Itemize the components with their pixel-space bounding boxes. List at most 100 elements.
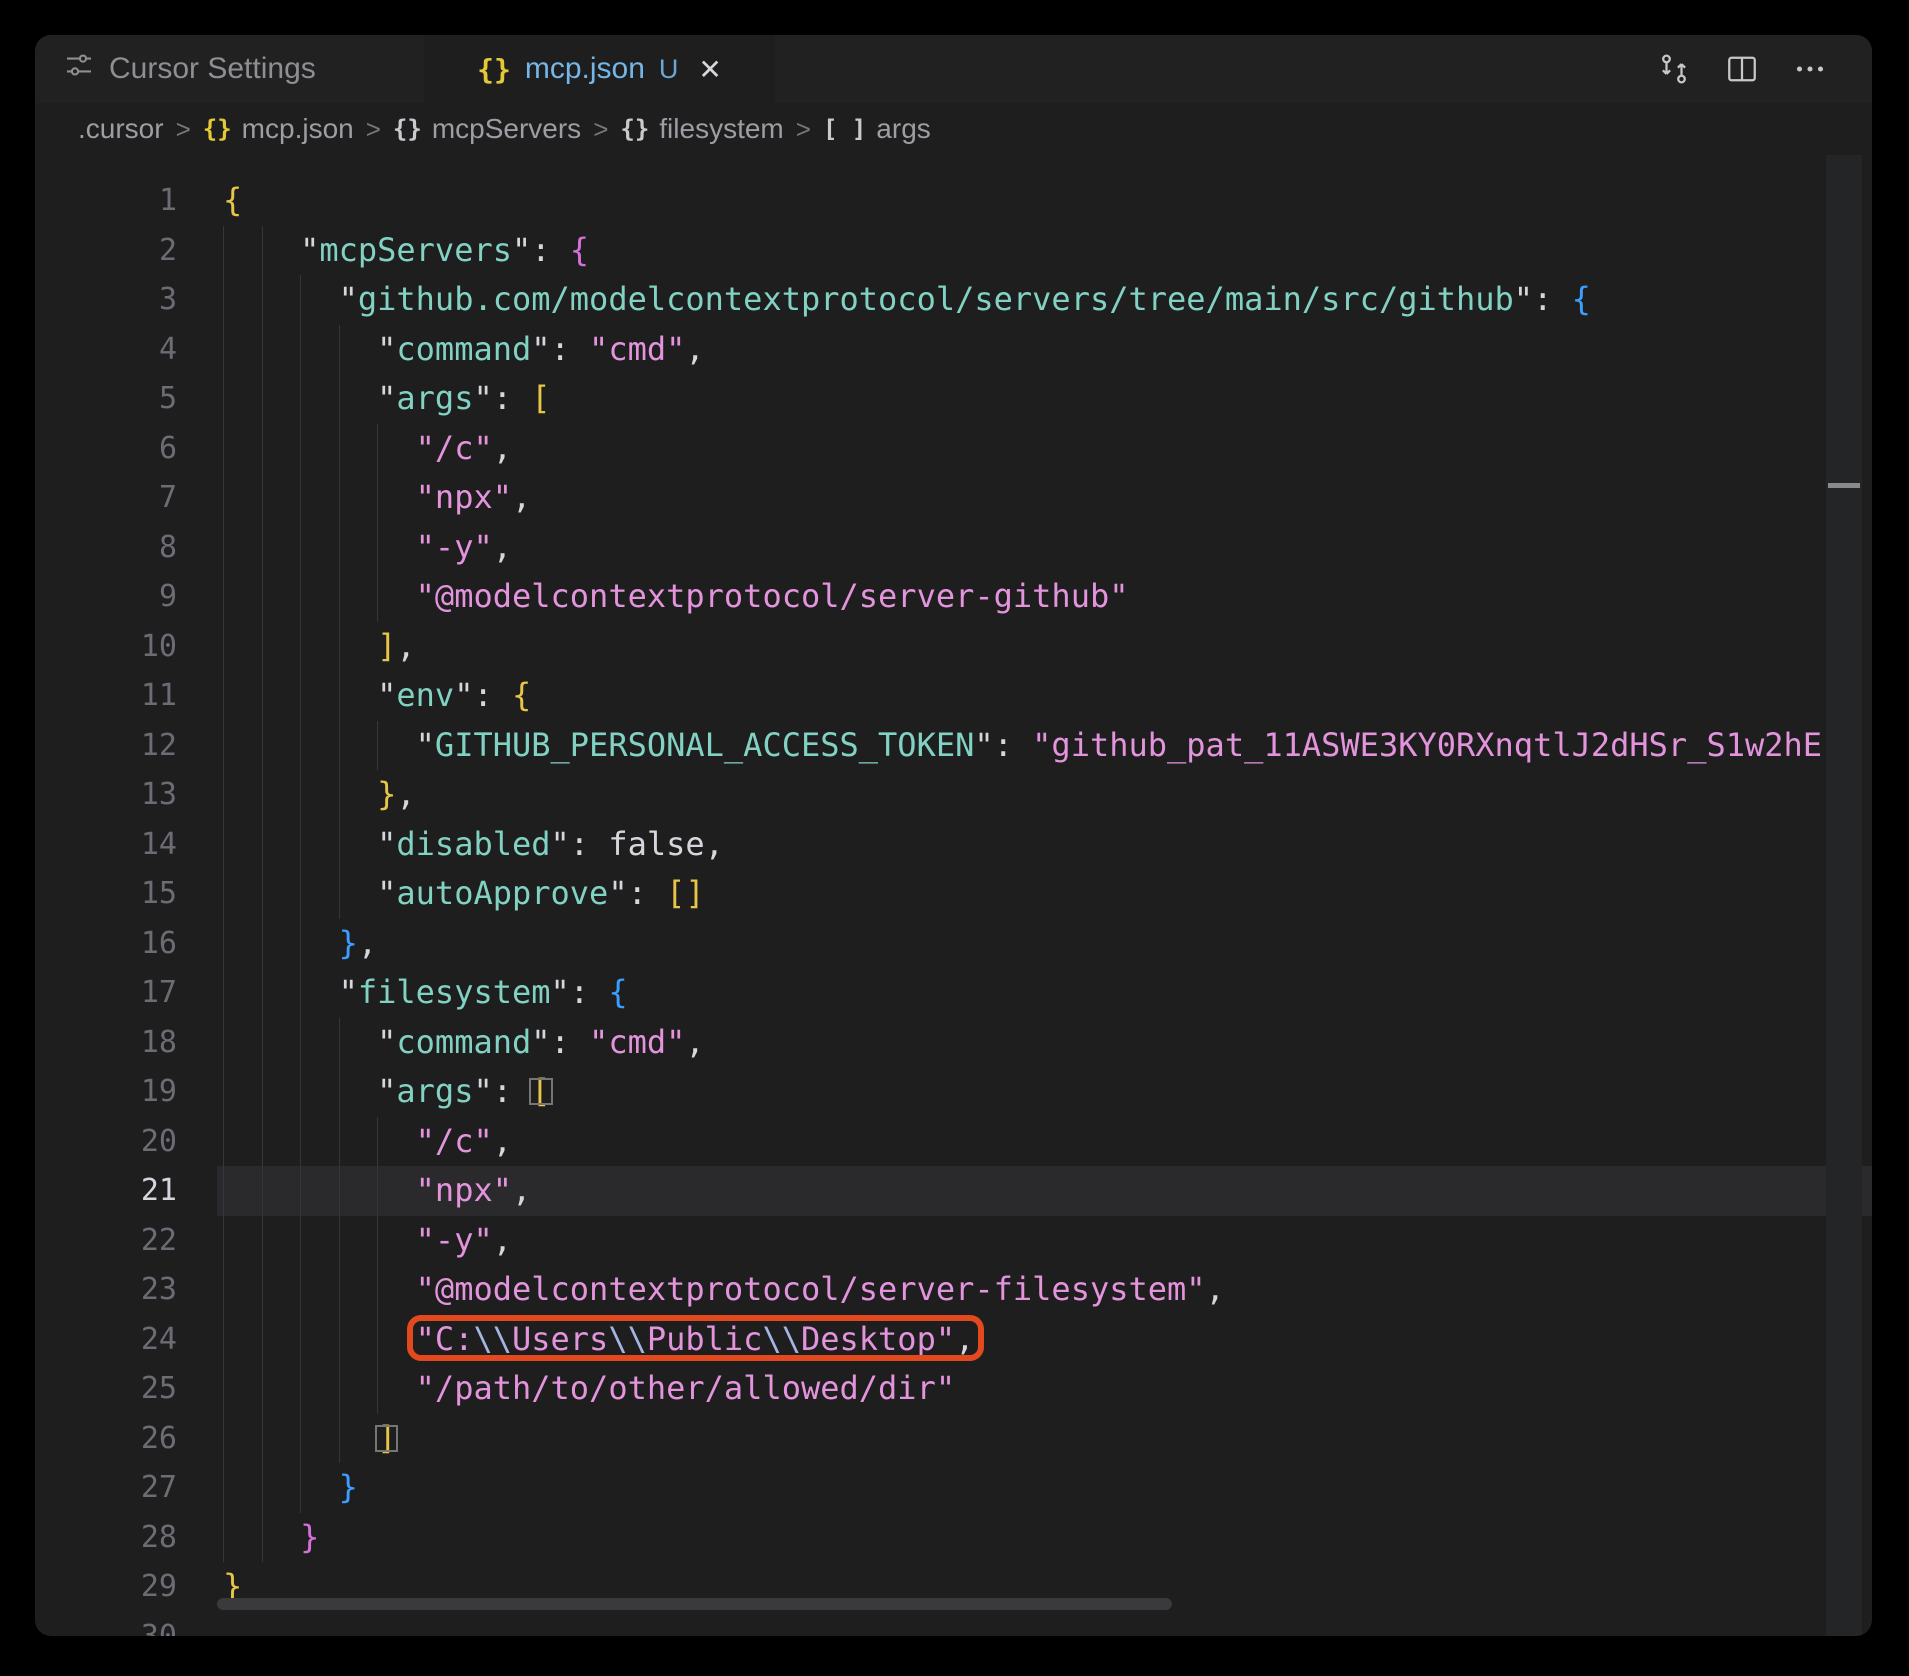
code-line[interactable]: 18 "command": "cmd",: [35, 1017, 1872, 1068]
code-content[interactable]: "npx",: [217, 473, 1872, 523]
line-number[interactable]: 20: [35, 1117, 217, 1167]
code-content[interactable]: "disabled": false,: [217, 819, 1872, 869]
line-number[interactable]: 4: [35, 325, 217, 375]
code-content[interactable]: "env": {: [217, 671, 1872, 721]
code-content[interactable]: {: [217, 176, 1872, 226]
code-line[interactable]: 17 "filesystem": {: [35, 968, 1872, 1018]
line-number[interactable]: 22: [35, 1216, 217, 1266]
line-number[interactable]: 7: [35, 473, 217, 523]
code-content[interactable]: ]: [217, 1413, 1872, 1463]
code-line[interactable]: 16 },: [35, 918, 1872, 969]
code-content[interactable]: "command": "cmd",: [217, 324, 1872, 374]
code-content[interactable]: "-y",: [217, 1215, 1872, 1265]
code-line[interactable]: 20 "/c",: [35, 1116, 1872, 1167]
breadcrumb-item-cursor[interactable]: .cursor: [78, 113, 164, 145]
code-content[interactable]: "args": [: [217, 374, 1872, 424]
line-number[interactable]: 15: [35, 869, 217, 919]
line-number[interactable]: 6: [35, 424, 217, 474]
line-number[interactable]: 26: [35, 1414, 217, 1464]
line-number[interactable]: 8: [35, 523, 217, 573]
code-line[interactable]: 12 "GITHUB_PERSONAL_ACCESS_TOKEN": "gith…: [35, 720, 1872, 771]
code-content[interactable]: "@modelcontextprotocol/server-github": [217, 572, 1872, 622]
breadcrumb-item-mcpservers[interactable]: {} mcpServers: [393, 113, 581, 145]
tab-cursor-settings[interactable]: Cursor Settings: [35, 35, 424, 103]
code-editor[interactable]: 1{2 "mcpServers": {3 "github.com/modelco…: [35, 155, 1872, 1636]
breadcrumb-item-filesystem[interactable]: {} filesystem: [620, 113, 783, 145]
code-line[interactable]: 8 "-y",: [35, 522, 1872, 573]
close-tab-icon[interactable]: ✕: [698, 53, 721, 86]
code-content[interactable]: "args": [: [217, 1067, 1872, 1117]
line-number[interactable]: 30: [35, 1612, 217, 1637]
code-content[interactable]: "GITHUB_PERSONAL_ACCESS_TOKEN": "github_…: [217, 720, 1872, 770]
code-content[interactable]: }: [217, 1512, 1872, 1562]
line-number[interactable]: 19: [35, 1067, 217, 1117]
code-content[interactable]: ],: [217, 621, 1872, 671]
code-line[interactable]: 5 "args": [: [35, 374, 1872, 424]
code-line[interactable]: 13 },: [35, 770, 1872, 820]
code-line[interactable]: 26 ]: [35, 1413, 1872, 1464]
code-line[interactable]: 25 "/path/to/other/allowed/dir": [35, 1364, 1872, 1414]
open-changes-icon[interactable]: [1656, 51, 1692, 87]
code-line[interactable]: 7 "npx",: [35, 473, 1872, 523]
code-content[interactable]: "/path/to/other/allowed/dir": [217, 1364, 1872, 1414]
line-number[interactable]: 12: [35, 721, 217, 771]
code-line[interactable]: 3 "github.com/modelcontextprotocol/serve…: [35, 275, 1872, 325]
line-number[interactable]: 2: [35, 226, 217, 276]
breadcrumb-item-mcp-json[interactable]: {} mcp.json: [203, 113, 354, 145]
code-line[interactable]: 4 "command": "cmd",: [35, 324, 1872, 375]
code-line[interactable]: 1{: [35, 176, 1872, 226]
code-line[interactable]: 27 }: [35, 1463, 1872, 1513]
line-number[interactable]: 10: [35, 622, 217, 672]
code-content[interactable]: [217, 1612, 1872, 1637]
code-content[interactable]: "github.com/modelcontextprotocol/servers…: [217, 275, 1872, 325]
line-number[interactable]: 23: [35, 1265, 217, 1315]
line-number[interactable]: 18: [35, 1018, 217, 1068]
code-content[interactable]: "autoApprove": []: [217, 869, 1872, 919]
code-line[interactable]: 10 ],: [35, 621, 1872, 672]
line-number[interactable]: 11: [35, 671, 217, 721]
code-line[interactable]: 21 "npx",: [35, 1166, 1872, 1216]
more-actions-icon[interactable]: [1792, 51, 1828, 87]
code-line[interactable]: 23 "@modelcontextprotocol/server-filesys…: [35, 1265, 1872, 1315]
line-number[interactable]: 24: [35, 1315, 217, 1365]
code-content[interactable]: "/c",: [217, 1116, 1872, 1166]
line-number[interactable]: 5: [35, 374, 217, 424]
line-number[interactable]: 13: [35, 770, 217, 820]
code-content[interactable]: "@modelcontextprotocol/server-filesystem…: [217, 1265, 1872, 1315]
vertical-scrollbar[interactable]: [1826, 155, 1862, 1636]
line-number[interactable]: 9: [35, 572, 217, 622]
line-number[interactable]: 29: [35, 1562, 217, 1612]
code-content[interactable]: "npx",: [217, 1166, 1872, 1216]
code-content[interactable]: "mcpServers": {: [217, 225, 1872, 275]
code-content[interactable]: "command": "cmd",: [217, 1017, 1872, 1067]
code-content[interactable]: },: [217, 918, 1872, 968]
breadcrumb-item-args[interactable]: [ ] args: [823, 113, 931, 145]
code-content[interactable]: "C:\\Users\\Public\\Desktop",: [217, 1314, 1872, 1364]
code-line[interactable]: 22 "-y",: [35, 1215, 1872, 1266]
code-content[interactable]: },: [217, 770, 1872, 820]
code-content[interactable]: "-y",: [217, 522, 1872, 572]
code-content[interactable]: "/c",: [217, 423, 1872, 473]
horizontal-scrollbar-thumb[interactable]: [217, 1598, 1172, 1610]
tab-mcp-json[interactable]: {} mcp.json U ✕: [424, 35, 775, 103]
code-line[interactable]: 19 "args": [: [35, 1067, 1872, 1117]
code-line[interactable]: 6 "/c",: [35, 423, 1872, 474]
code-line[interactable]: 14 "disabled": false,: [35, 819, 1872, 870]
code-line[interactable]: 11 "env": {: [35, 671, 1872, 721]
line-number[interactable]: 16: [35, 919, 217, 969]
line-number[interactable]: 27: [35, 1463, 217, 1513]
code-content[interactable]: }: [217, 1463, 1872, 1513]
code-line[interactable]: 15 "autoApprove": []: [35, 869, 1872, 919]
code-line[interactable]: 2 "mcpServers": {: [35, 225, 1872, 276]
line-number[interactable]: 14: [35, 820, 217, 870]
code-line[interactable]: 9 "@modelcontextprotocol/server-github": [35, 572, 1872, 622]
line-number[interactable]: 25: [35, 1364, 217, 1414]
code-line[interactable]: 24 "C:\\Users\\Public\\Desktop",: [35, 1314, 1872, 1365]
code-line[interactable]: 30: [35, 1612, 1872, 1637]
code-line[interactable]: 28 }: [35, 1512, 1872, 1563]
code-content[interactable]: "filesystem": {: [217, 968, 1872, 1018]
split-editor-icon[interactable]: [1724, 51, 1760, 87]
line-number[interactable]: 17: [35, 968, 217, 1018]
line-number[interactable]: 28: [35, 1513, 217, 1563]
line-number[interactable]: 1: [35, 176, 217, 226]
